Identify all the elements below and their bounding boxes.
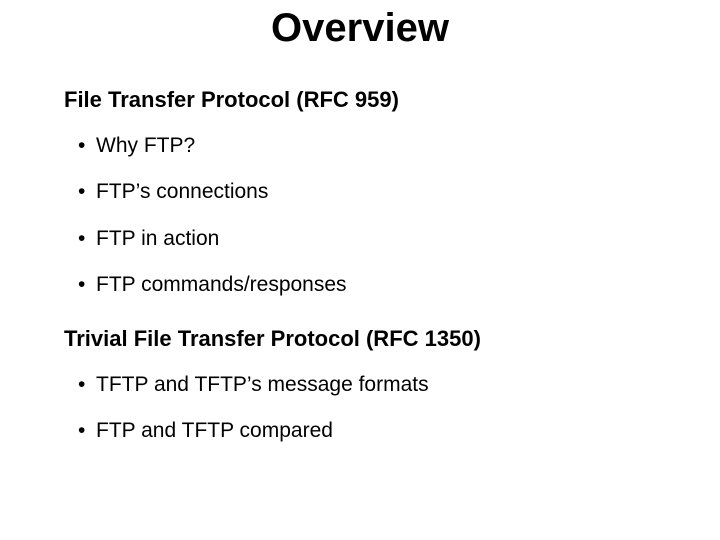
- slide: Overview File Transfer Protocol (RFC 959…: [0, 0, 720, 540]
- bullet-item: Why FTP?: [96, 133, 680, 159]
- bullet-item: FTP in action: [96, 226, 680, 252]
- bullet-item: FTP and TFTP compared: [96, 418, 680, 444]
- bullet-list: Why FTP? FTP’s connections FTP in action…: [64, 133, 680, 298]
- section-heading: Trivial File Transfer Protocol (RFC 1350…: [64, 326, 680, 352]
- bullet-item: TFTP and TFTP’s message formats: [96, 372, 680, 398]
- slide-title: Overview: [0, 0, 720, 51]
- bullet-item: FTP commands/responses: [96, 272, 680, 298]
- bullet-item: FTP’s connections: [96, 179, 680, 205]
- section-heading: File Transfer Protocol (RFC 959): [64, 87, 680, 113]
- slide-content: File Transfer Protocol (RFC 959) Why FTP…: [0, 87, 720, 445]
- bullet-list: TFTP and TFTP’s message formats FTP and …: [64, 372, 680, 445]
